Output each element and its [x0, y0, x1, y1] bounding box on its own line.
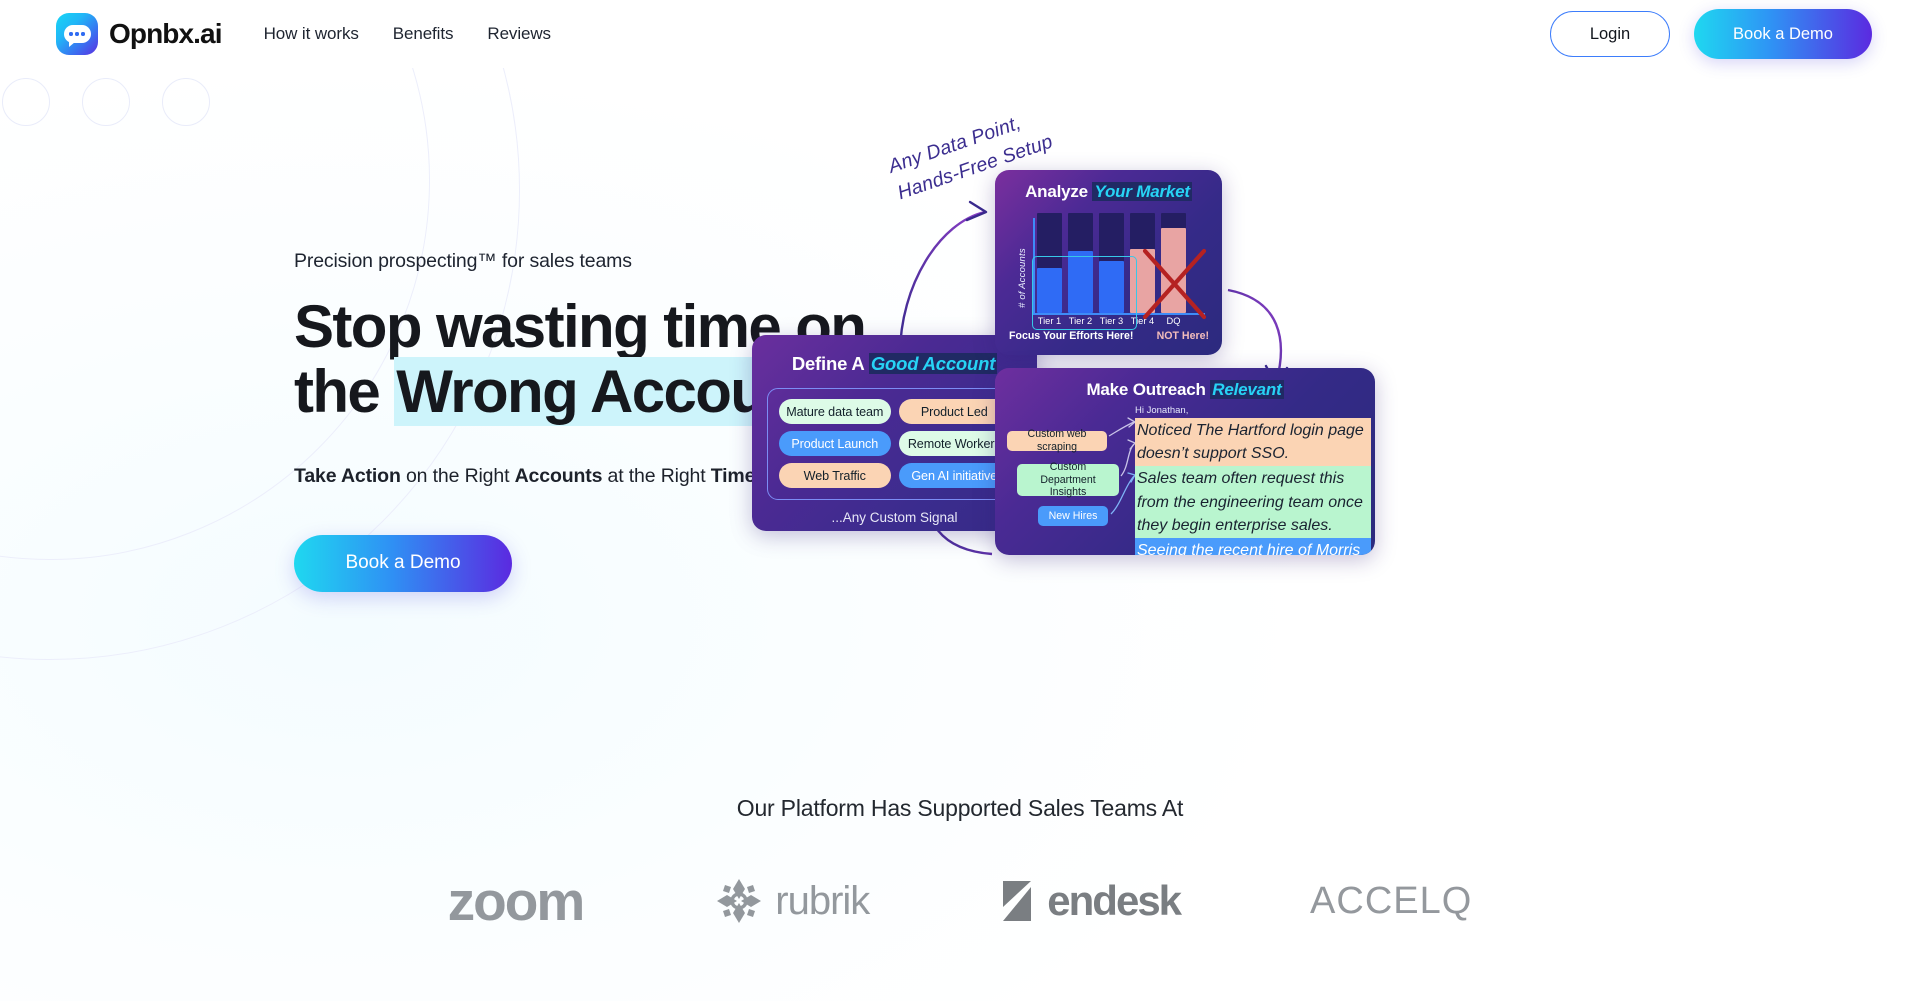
chart-y-axis-line [1033, 218, 1035, 314]
email-greeting: Hi Jonathan, [1135, 405, 1189, 416]
brand-logo[interactable]: Opnbx.ai [56, 13, 222, 55]
subhead-text-4: at the Right [602, 464, 711, 487]
define-title-accent: Good Account [868, 353, 998, 374]
market-bar-chart: # of Accounts Tier 1 Tier 2 Tier 3 Tier … [1011, 208, 1207, 338]
bubble-dot-2 [75, 32, 79, 36]
analyze-panel-title: Analyze Your Market [995, 182, 1222, 202]
login-button[interactable]: Login [1550, 11, 1670, 57]
chart-y-axis-label: # of Accounts [1017, 248, 1028, 308]
main-navigation: How it works Benefits Reviews [264, 24, 551, 44]
nav-reviews[interactable]: Reviews [487, 24, 551, 44]
subhead-bold-3: Accounts [514, 464, 603, 487]
analyze-market-card: Analyze Your Market # of Accounts Tier 1… [995, 170, 1222, 355]
email-highlight-mint: Sales team often request this from the e… [1135, 466, 1371, 539]
chart-bar-tier-1 [1037, 213, 1062, 313]
logo-rubrik-text: rubrik [775, 878, 870, 923]
logo-zendesk: endesk [999, 877, 1182, 925]
tag-custom-web-scraping[interactable]: Custom web scraping [1007, 428, 1107, 453]
brand-logos-row: zoom rubrik endesk ACCELQ [0, 869, 1920, 933]
make-outreach-relevant-card: Make Outreach Relevant Custom web scrapi… [995, 368, 1375, 555]
hero-eyebrow: Precision prospecting™ for sales teams [294, 250, 632, 272]
signal-pill-group: Mature data team Product Led Product Lau… [767, 388, 1022, 500]
outreach-panel-title: Make Outreach Relevant [995, 380, 1375, 400]
site-header: Opnbx.ai How it works Benefits Reviews L… [0, 0, 1920, 68]
nav-benefits[interactable]: Benefits [393, 24, 454, 44]
bubble-dot-3 [81, 32, 85, 36]
subhead-text-2: on the Right [400, 464, 515, 487]
arrow-path-define-to-analyze [898, 210, 986, 356]
caption-not-here: NOT Here! [1156, 330, 1209, 342]
logo-accelq: ACCELQ [1310, 880, 1472, 923]
signal-pill-product-launch[interactable]: Product Launch [779, 431, 891, 456]
tick-tier-1: Tier 1 [1037, 316, 1062, 326]
tag-new-hires[interactable]: New Hires [1038, 506, 1108, 526]
define-panel-title: Define A Good Account [752, 353, 1037, 375]
logo-zoom: zoom [447, 869, 586, 933]
zendesk-mark-icon [1003, 881, 1032, 921]
chart-bar-tier-2 [1068, 213, 1093, 313]
caption-focus-efforts: Focus Your Efforts Here! [1009, 330, 1134, 342]
signal-pill-gen-ai-initiative[interactable]: Gen AI initiative [898, 463, 1010, 488]
social-proof-section: Our Platform Has Supported Sales Teams A… [0, 795, 1920, 933]
tick-tier-3: Tier 3 [1099, 316, 1124, 326]
email-highlight-blue: Seeing the recent hire of Morris Tooker … [1135, 538, 1371, 555]
chart-bar-tier-3 [1099, 213, 1124, 313]
subhead-bold-1: Take Action [294, 464, 401, 487]
red-x-cross-icon [1142, 248, 1207, 320]
tick-tier-2: Tier 2 [1068, 316, 1093, 326]
signal-pill-remote-workers[interactable]: Remote Workers [898, 431, 1010, 456]
book-demo-button-hero[interactable]: Book a Demo [294, 534, 512, 592]
logo-rubrik: rubrik [713, 875, 870, 927]
rubrik-mark-icon [717, 879, 762, 923]
bar-value [1037, 268, 1062, 313]
signal-pill-mature-data-team[interactable]: Mature data team [779, 399, 891, 424]
brand-name: Opnbx.ai [109, 18, 222, 49]
email-preview: Hi Jonathan, Noticed The Hartford login … [1135, 404, 1371, 555]
bar-value [1068, 251, 1093, 313]
chart-captions: Focus Your Efforts Here! NOT Here! [1009, 330, 1209, 342]
logo-zoom-text: zoom [447, 870, 586, 932]
chat-bubble-icon [56, 13, 98, 55]
logo-zendesk-text: endesk [1047, 877, 1182, 924]
tag-custom-department-insights[interactable]: Custom Department Insights [1017, 461, 1119, 498]
book-demo-button-header[interactable]: Book a Demo [1694, 9, 1872, 59]
outreach-title-accent: Relevant [1210, 380, 1284, 399]
speech-bubble-shape [63, 25, 91, 47]
hero-graphic: Any Data Point, Hands-Free Setup Define … [752, 112, 1710, 710]
header-actions: Login Book a Demo [1550, 9, 1872, 59]
outreach-body: Custom web scraping Custom Department In… [995, 404, 1375, 555]
logo-accelq-text: ACCELQ [1310, 879, 1473, 922]
signal-pill-product-led[interactable]: Product Led [898, 399, 1010, 424]
define-title-plain: Define A [791, 353, 869, 374]
bar-value [1099, 261, 1124, 313]
nav-how-it-works[interactable]: How it works [264, 24, 359, 44]
bubble-dot-1 [69, 32, 73, 36]
email-highlight-peach: Noticed The Hartford login page doesn’t … [1135, 418, 1371, 467]
outreach-title-plain: Make Outreach [1086, 380, 1211, 399]
analyze-title-plain: Analyze [1025, 182, 1093, 201]
social-proof-title: Our Platform Has Supported Sales Teams A… [736, 795, 1184, 821]
analyze-title-accent: Your Market [1092, 182, 1192, 201]
signal-pill-web-traffic[interactable]: Web Traffic [779, 463, 891, 488]
